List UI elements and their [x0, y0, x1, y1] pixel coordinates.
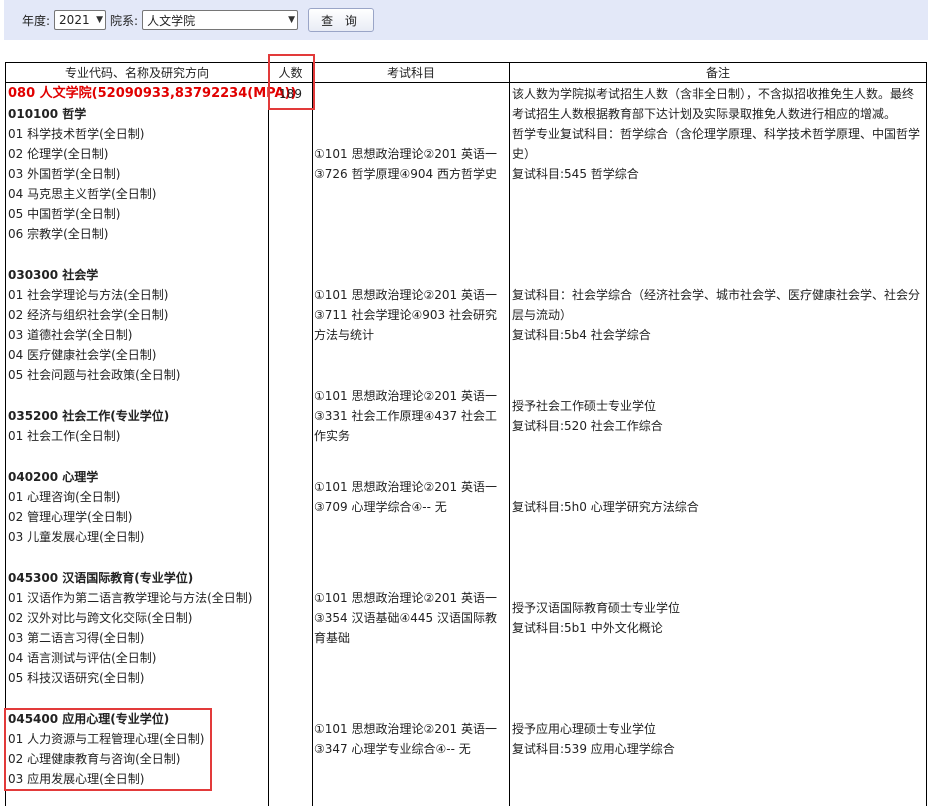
direction-item: 04 语言测试与评估(全日制) [8, 651, 157, 665]
direction-item: 05 科技汉语研究(全日制) [8, 671, 145, 685]
direction-item: 01 心理咨询(全日制) [8, 490, 121, 504]
program-note: 哲学专业复试科目：哲学综合（含伦理学原理、科学技术哲学原理、中国哲学史） [512, 127, 921, 161]
college-name: 080 人文学院(52090933,83792234(MPA)) [8, 86, 297, 101]
program-code: 030300 社会学 [8, 268, 99, 282]
year-select[interactable]: 2021 ▼ [54, 10, 107, 30]
year-label: 年度: [22, 13, 51, 28]
direction-item: 01 社会学理论与方法(全日制) [8, 288, 169, 302]
header-program: 专业代码、名称及研究方向 [64, 66, 209, 80]
program-note: 复试科目:545 哲学综合 [512, 167, 639, 181]
direction-item: 03 第二语言习得(全日制) [8, 631, 145, 645]
filter-bar: 年度: 2021 ▼ 院系: 人文学院 ▼ 查 询 [4, 0, 928, 40]
program-code: 010100 哲学 [8, 107, 87, 121]
direction-item: 01 科学技术哲学(全日制) [8, 127, 145, 141]
direction-item: 03 外国哲学(全日制) [8, 167, 121, 181]
program-code: 045300 汉语国际教育(专业学位) [8, 571, 194, 585]
direction-item: 06 宗教学(全日制) [8, 227, 109, 241]
header-exam: 考试科目 [386, 66, 435, 80]
direction-item: 04 医疗健康社会学(全日制) [8, 348, 157, 362]
direction-item: 01 社会工作(全日制) [8, 429, 121, 443]
header-note: 备注 [705, 66, 730, 80]
program-note: 复试科目:5b4 社会学综合 [512, 328, 651, 342]
program-note: 复试科目:539 应用心理学综合 [512, 742, 675, 756]
exam-subjects: ①101 思想政治理论②201 英语一③354 汉语基础④445 汉语国际教育基… [314, 591, 497, 645]
highlight-count-box [268, 54, 315, 110]
direction-item: 02 伦理学(全日制) [8, 147, 109, 161]
chevron-down-icon: ▼ [96, 15, 104, 25]
program-note: 复试科目:5h0 心理学研究方法综合 [512, 500, 699, 514]
program-note: 复试科目:5b1 中外文化概论 [512, 621, 663, 635]
exam-subjects: ①101 思想政治理论②201 英语一③709 心理学综合④-- 无 [314, 480, 497, 514]
exam-subjects: ①101 思想政治理论②201 英语一③331 社会工作原理④437 社会工作实… [314, 389, 497, 443]
exam-subjects: ①101 思想政治理论②201 英语一③711 社会学理论④903 社会研究方法… [314, 288, 497, 342]
dept-select[interactable]: 人文学院 ▼ [142, 10, 299, 30]
program-note: 授予社会工作硕士专业学位 [512, 399, 657, 413]
direction-item: 05 中国哲学(全日制) [8, 207, 121, 221]
dept-value: 人文学院 [147, 13, 196, 28]
exam-subjects: ①101 思想政治理论②201 英语一③347 心理学专业综合④-- 无 [314, 722, 497, 756]
query-button[interactable]: 查 询 [308, 8, 374, 32]
program-note: 复试科目：社会学综合（经济社会学、城市社会学、医疗健康社会学、社会分层与流动） [512, 288, 921, 322]
direction-item: 02 经济与组织社会学(全日制) [8, 308, 169, 322]
exam-subjects: ①101 思想政治理论②201 英语一③726 哲学原理④904 西方哲学史 [314, 147, 497, 181]
highlight-program-box [4, 708, 212, 791]
program-table: 专业代码、名称及研究方向 人数 考试科目 备注 080 人文学院(5209093… [5, 62, 927, 806]
program-code: 040200 心理学 [8, 470, 99, 484]
direction-item: 01 汉语作为第二语言教学理论与方法(全日制) [8, 591, 253, 605]
direction-item: 04 马克思主义哲学(全日制) [8, 187, 157, 201]
program-note: 授予应用心理硕士专业学位 [512, 722, 657, 736]
year-value: 2021 [59, 13, 90, 27]
dept-label: 院系: [110, 13, 139, 28]
chevron-down-icon: ▼ [288, 15, 296, 25]
direction-item: 03 道德社会学(全日制) [8, 328, 133, 342]
direction-item: 05 社会问题与社会政策(全日制) [8, 368, 181, 382]
direction-item: 02 汉外对比与跨文化交际(全日制) [8, 611, 193, 625]
program-note: 授予汉语国际教育硕士专业学位 [512, 601, 681, 615]
direction-item: 02 管理心理学(全日制) [8, 510, 133, 524]
college-note: 该人数为学院拟考试招生人数（含非全日制），不含拟招收推免生人数。最终考试招生人数… [512, 87, 915, 121]
program-code: 035200 社会工作(专业学位) [8, 409, 170, 423]
program-note: 复试科目:520 社会工作综合 [512, 419, 663, 433]
direction-item: 03 儿童发展心理(全日制) [8, 530, 145, 544]
